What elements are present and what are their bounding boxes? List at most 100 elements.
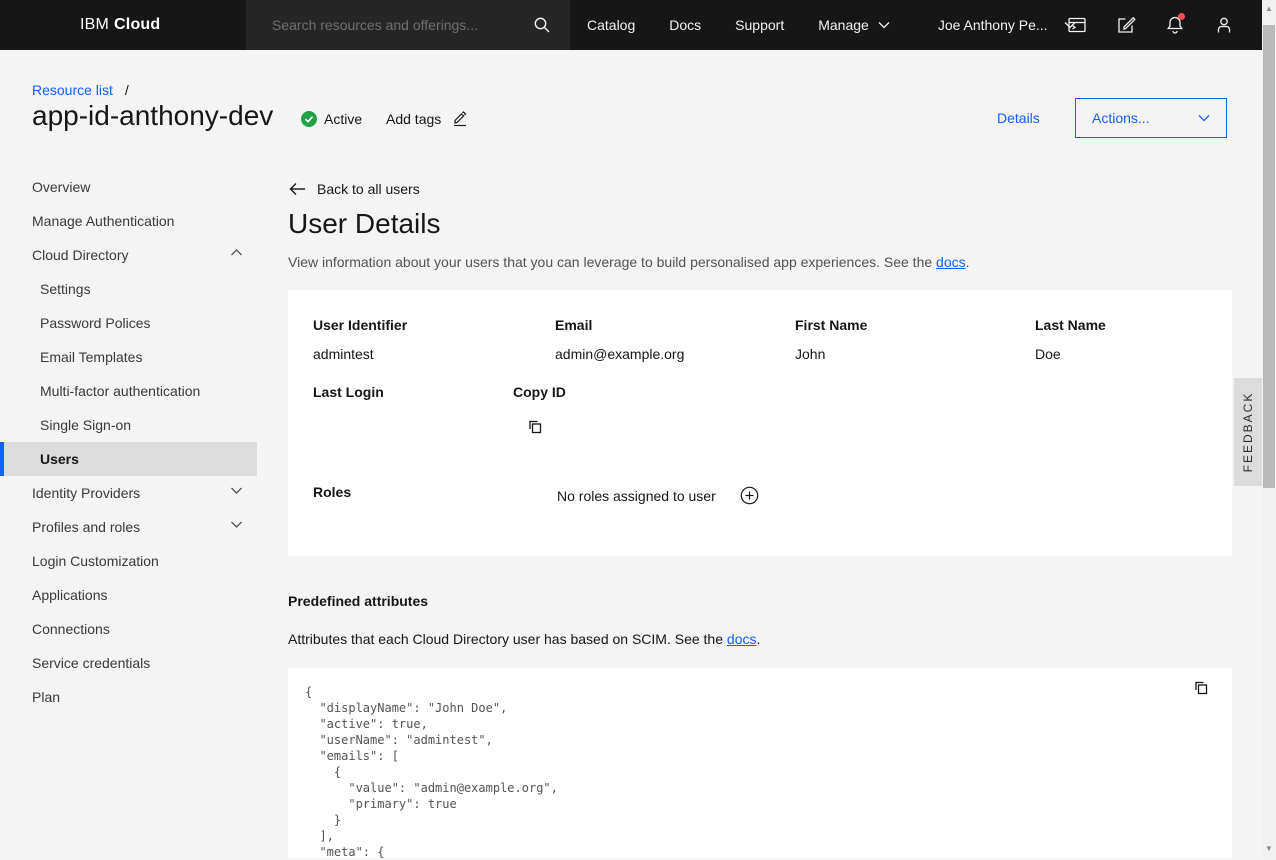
field-roles: Roles: [313, 484, 351, 500]
top-header: IBM Cloud Catalog Docs Support Manage Jo…: [0, 0, 1262, 50]
description-text: View information about your users that y…: [288, 254, 936, 270]
field-label: Roles: [313, 484, 351, 500]
notification-dot: [1178, 13, 1185, 20]
chevron-down-icon: [1198, 114, 1210, 122]
ibm-cloud-logo[interactable]: IBM Cloud: [80, 0, 160, 50]
sidebar-item-manage-authentication[interactable]: Manage Authentication: [0, 204, 257, 238]
manage-label: Manage: [818, 17, 869, 33]
sidebar-item-label: Plan: [32, 689, 60, 705]
copy-id-button[interactable]: [526, 418, 544, 436]
field-email: Email admin@example.org: [555, 317, 684, 362]
nav-catalog[interactable]: Catalog: [570, 0, 652, 50]
field-label: Copy ID: [513, 384, 566, 400]
nav-support[interactable]: Support: [718, 0, 801, 50]
plus-circle-icon: [740, 486, 759, 505]
sidebar-item-multi-factor-authentication[interactable]: Multi-factor authentication: [0, 374, 257, 408]
sidebar-item-email-templates[interactable]: Email Templates: [0, 340, 257, 374]
field-value: admin@example.org: [555, 346, 684, 362]
scrollbar-down-arrow[interactable]: ▼: [1262, 842, 1276, 856]
sidebar-nav: Overview Manage Authentication Cloud Dir…: [0, 170, 257, 714]
sidebar-item-users[interactable]: Users: [0, 442, 257, 476]
page-scrollbar[interactable]: ▲ ▼: [1262, 0, 1276, 858]
profile-button[interactable]: [1199, 0, 1248, 50]
chevron-down-icon: [230, 486, 243, 495]
breadcrumb-resource-list-link[interactable]: Resource list: [32, 82, 113, 98]
notifications-button[interactable]: [1150, 0, 1199, 50]
details-link[interactable]: Details: [997, 110, 1040, 126]
field-first-name: First Name John: [795, 317, 867, 362]
sidebar-item-label: Users: [40, 451, 79, 467]
scim-json-code[interactable]: { "displayName": "John Doe", "active": t…: [305, 684, 558, 860]
sidebar-item-password-polices[interactable]: Password Polices: [0, 306, 257, 340]
search-icon: [533, 16, 551, 34]
chevron-down-icon: [878, 21, 890, 29]
nav-docs[interactable]: Docs: [652, 0, 718, 50]
description-text: Attributes that each Cloud Directory use…: [288, 631, 727, 647]
sidebar-item-login-customization[interactable]: Login Customization: [0, 544, 257, 578]
back-to-all-users-link[interactable]: Back to all users: [289, 181, 420, 197]
roles-empty-text: No roles assigned to user: [557, 488, 716, 504]
actions-dropdown[interactable]: Actions...: [1075, 98, 1227, 138]
sidebar-item-overview[interactable]: Overview: [0, 170, 257, 204]
sidebar-item-label: Cloud Directory: [32, 247, 128, 263]
search-button[interactable]: [522, 0, 562, 50]
sidebar-item-service-credentials[interactable]: Service credentials: [0, 646, 257, 680]
sidebar-item-label: Login Customization: [32, 553, 159, 569]
arrow-left-icon: [289, 182, 306, 196]
feedback-label: FEEDBACK: [1241, 392, 1255, 473]
field-value: Doe: [1035, 346, 1106, 362]
actions-label: Actions...: [1092, 110, 1150, 126]
page-title: app-id-anthony-dev: [32, 100, 273, 132]
sidebar-item-profiles-and-roles[interactable]: Profiles and roles: [0, 510, 257, 544]
scrollbar-up-arrow[interactable]: ▲: [1262, 2, 1276, 16]
sidebar-item-settings[interactable]: Settings: [0, 272, 257, 306]
edit-pencil-icon: [451, 110, 468, 127]
sidebar-item-label: Service credentials: [32, 655, 150, 671]
add-tags-label: Add tags: [386, 111, 441, 127]
sidebar-item-applications[interactable]: Applications: [0, 578, 257, 612]
sidebar-item-label: Single Sign-on: [40, 417, 131, 433]
sidebar-item-label: Identity Providers: [32, 485, 140, 501]
feedback-edit-button[interactable]: [1101, 0, 1150, 50]
user-details-card: User Identifier admintest Email admin@ex…: [288, 290, 1232, 556]
copy-code-button[interactable]: [1192, 679, 1210, 697]
nav-manage-menu[interactable]: Manage: [801, 0, 907, 50]
scrollbar-thumb[interactable]: [1263, 25, 1275, 488]
brand-prefix: IBM: [80, 16, 109, 34]
sidebar-item-label: Manage Authentication: [32, 213, 174, 229]
sidebar-item-connections[interactable]: Connections: [0, 612, 257, 646]
sidebar-item-label: Overview: [32, 179, 90, 195]
field-label: First Name: [795, 317, 867, 333]
field-copy-id: Copy ID: [513, 384, 566, 439]
add-role-button[interactable]: [740, 486, 759, 505]
sidebar-item-plan[interactable]: Plan: [0, 680, 257, 714]
field-label: Last Name: [1035, 317, 1106, 333]
docs-link[interactable]: docs: [727, 631, 757, 647]
user-name-label: Joe Anthony Pe...: [938, 17, 1048, 33]
sidebar-item-single-sign-on[interactable]: Single Sign-on: [0, 408, 257, 442]
field-value: admintest: [313, 346, 407, 362]
feedback-tab[interactable]: FEEDBACK: [1234, 378, 1262, 486]
field-label: Last Login: [313, 384, 384, 400]
copy-icon: [526, 418, 544, 436]
header-nav: Catalog Docs Support Manage Joe Anthony …: [570, 0, 1093, 50]
description-period: .: [966, 254, 970, 270]
sidebar-item-identity-providers[interactable]: Identity Providers: [0, 476, 257, 510]
sidebar-item-label: Applications: [32, 587, 108, 603]
predefined-attributes-description: Attributes that each Cloud Directory use…: [288, 631, 760, 647]
cloud-shell-button[interactable]: [1052, 0, 1101, 50]
menu-button[interactable]: [0, 0, 48, 50]
cloud-shell-icon: [1067, 15, 1087, 35]
user-details-description: View information about your users that y…: [288, 254, 970, 270]
sidebar-item-cloud-directory[interactable]: Cloud Directory: [0, 238, 257, 272]
user-details-title: User Details: [288, 208, 440, 240]
add-tags-button[interactable]: Add tags: [386, 110, 468, 127]
chevron-up-icon: [230, 248, 243, 257]
docs-link[interactable]: docs: [936, 254, 966, 270]
sidebar-item-label: Email Templates: [40, 349, 142, 365]
sidebar-item-label: Profiles and roles: [32, 519, 140, 535]
check-circle-icon: [301, 111, 317, 127]
chevron-down-icon: [230, 520, 243, 529]
sidebar-item-label: Password Polices: [40, 315, 151, 331]
status-badge: Active: [301, 111, 362, 127]
